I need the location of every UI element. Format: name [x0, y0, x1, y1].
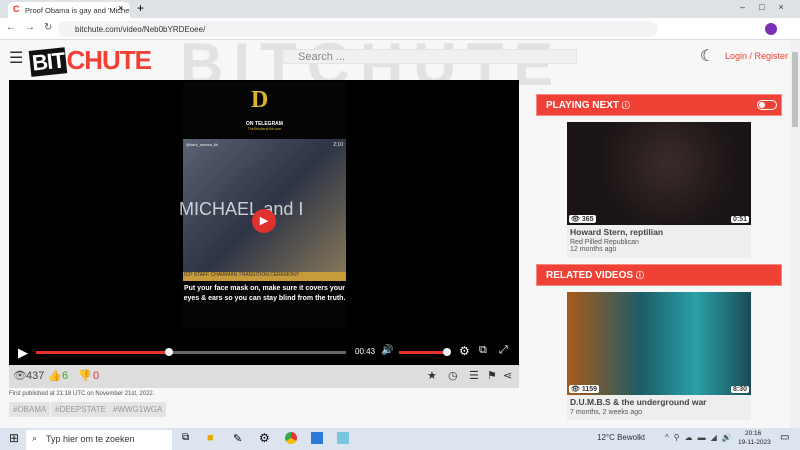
video-age: 7 months, 2 weeks ago	[570, 409, 642, 416]
logo-bit: BIT	[28, 47, 68, 77]
search-input[interactable]: Search ...	[283, 49, 577, 64]
playing-next-header: PLAYING NEXT ⓘ	[536, 94, 782, 116]
help-icon[interactable]: ⓘ	[622, 101, 630, 110]
bitchute-favicon-icon: C	[13, 4, 20, 14]
help-icon[interactable]: ⓘ	[636, 271, 644, 280]
next-video-thumbnail[interactable]: 👁 365 0:51	[567, 122, 751, 225]
overlay-site: TheStrickersHub.com	[247, 127, 282, 131]
related-video-card: D.U.M.B.S & the underground war 7 months…	[567, 395, 751, 420]
play-button-icon[interactable]: ▶	[18, 345, 28, 361]
overlay-handle: @kark_ravasa_tik	[186, 142, 219, 147]
next-video-card: Howard Stern, reptilian Red Pilled Repub…	[567, 225, 751, 258]
volume-icon[interactable]: 🔊	[381, 345, 393, 356]
like-count: 6	[62, 370, 69, 382]
clock-date[interactable]: 19-11-2023	[738, 439, 771, 446]
app-icon[interactable]	[337, 432, 349, 444]
dark-mode-moon-icon[interactable]: ☾	[700, 46, 714, 66]
playlist-icon[interactable]: ☰	[469, 365, 479, 388]
popout-icon[interactable]: ⧉	[479, 344, 487, 357]
channel-name[interactable]: Red Pilled Republican	[570, 239, 748, 246]
page: BITCHUTE ☰ BITCHUTE ⌕ Search ... ☾ Login…	[0, 40, 790, 428]
taskbar-search-placeholder: Typ hier om te zoeken	[46, 434, 135, 444]
tag[interactable]: #WWG1WGA	[109, 402, 167, 417]
chrome-icon[interactable]	[285, 432, 297, 444]
duration-badge: 0:51	[730, 216, 749, 223]
overlay-timer: 2:10	[333, 142, 343, 148]
dislike-count: 0	[93, 370, 100, 382]
taskbar-search[interactable]: ⌕ Typ hier om te zoeken	[26, 430, 172, 450]
share-icon[interactable]: ⋖	[503, 365, 512, 388]
task-view-icon[interactable]: ⧉	[182, 432, 189, 443]
published-date: First published at 21:18 UTC on November…	[9, 391, 155, 397]
separator: /	[747, 51, 755, 61]
nav-buttons-icon[interactable]: ←→↻	[6, 22, 61, 33]
new-tab-icon[interactable]: +	[137, 1, 144, 15]
settings-icon[interactable]: ⚙	[259, 431, 270, 445]
related-title: RELATED VIDEOS	[546, 270, 634, 281]
video-player[interactable]: D ON TELEGRAM TheStrickersHub.com @kark_…	[9, 80, 519, 365]
duration-badge: 8:30	[730, 386, 749, 393]
logo-chute: CHUTE	[66, 45, 152, 75]
views-eye-icon: 👁	[13, 370, 27, 382]
url-field[interactable]: bitchute.com/video/Neb0bYRDEoee/	[58, 21, 658, 37]
progress-fill	[36, 351, 170, 354]
clock-time[interactable]: 20:16	[745, 430, 761, 437]
bitchute-logo[interactable]: BITCHUTE	[28, 45, 152, 77]
time-display: 00:43	[355, 347, 376, 356]
watch-later-clock-icon[interactable]: ◷	[448, 365, 458, 388]
video-title[interactable]: D.U.M.B.S & the underground war	[570, 397, 748, 407]
search-icon: ⌕	[32, 433, 38, 443]
auth-links: Login / Register	[725, 51, 788, 61]
telegram-logo: D	[251, 87, 269, 113]
file-explorer-icon[interactable]: ■	[207, 432, 214, 444]
related-video-thumbnail[interactable]: 👁 1159 8:30	[567, 292, 751, 395]
login-link[interactable]: Login	[725, 51, 747, 61]
menu-icon[interactable]: ☰	[9, 48, 23, 68]
playing-next-title: PLAYING NEXT	[546, 100, 619, 111]
window-controls[interactable]: –□×	[740, 2, 798, 12]
flag-icon[interactable]: ⚑	[487, 365, 497, 388]
overlay-banner: JCP STAFF CHAIRMAN TRANSITION CEREMONY	[183, 272, 346, 281]
tag[interactable]: #DEEPSTATE	[51, 402, 110, 417]
tag[interactable]: #OBAMA	[9, 402, 51, 417]
player-controls: ▶ 00:43 🔊 ⚙ ⧉ ⤢	[9, 340, 519, 365]
overlay-words: MICHAEL and I	[179, 199, 304, 219]
browser-tab[interactable]: C Proof Obama is gay and 'Michel	[8, 2, 130, 18]
views-badge: 👁 1159	[569, 385, 600, 393]
volume-handle[interactable]	[443, 348, 451, 356]
browser-tab-bar: C Proof Obama is gay and 'Michel × + –□×	[0, 0, 800, 18]
tab-title: Proof Obama is gay and 'Michel	[25, 6, 130, 15]
play-icon[interactable]: ▶	[252, 209, 276, 233]
favorite-star-icon[interactable]: ★	[427, 365, 437, 388]
dislike-icon[interactable]: 👎	[78, 365, 92, 388]
photos-icon[interactable]	[311, 432, 323, 444]
weather-widget[interactable]: 12°C Bewolkt	[597, 433, 645, 442]
video-caption: Put your face mask on, make sure it cove…	[183, 285, 346, 302]
video-stats-bar: 👁 437 👍 6 👎 0 ★ ◷ ☰ ⚑ ⋖	[9, 365, 519, 388]
settings-gear-icon[interactable]: ⚙	[459, 344, 470, 358]
profile-avatar[interactable]	[765, 23, 777, 35]
system-tray-icons[interactable]: ^⚲☁▬◢🔊	[665, 433, 737, 442]
page-scrollbar[interactable]	[790, 40, 800, 428]
video-title[interactable]: Howard Stern, reptilian	[570, 227, 748, 237]
video-frame: D ON TELEGRAM TheStrickersHub.com @kark_…	[179, 82, 346, 328]
register-link[interactable]: Register	[755, 51, 789, 61]
fullscreen-icon[interactable]: ⤢	[499, 344, 508, 357]
video-age: 12 months ago	[570, 246, 617, 253]
volume-slider[interactable]	[399, 351, 447, 354]
notifications-icon[interactable]: ▭	[780, 432, 789, 443]
paint-icon[interactable]: ✎	[233, 432, 242, 445]
view-count: 437	[26, 370, 45, 382]
like-icon[interactable]: 👍	[48, 365, 62, 388]
progress-handle[interactable]	[165, 348, 174, 356]
close-tab-icon[interactable]: ×	[118, 3, 123, 13]
related-videos-header: RELATED VIDEOS ⓘ	[536, 264, 782, 286]
windows-start-icon[interactable]: ⊞	[9, 431, 19, 445]
autoplay-toggle[interactable]	[757, 100, 777, 110]
views-badge: 👁 365	[569, 215, 596, 223]
